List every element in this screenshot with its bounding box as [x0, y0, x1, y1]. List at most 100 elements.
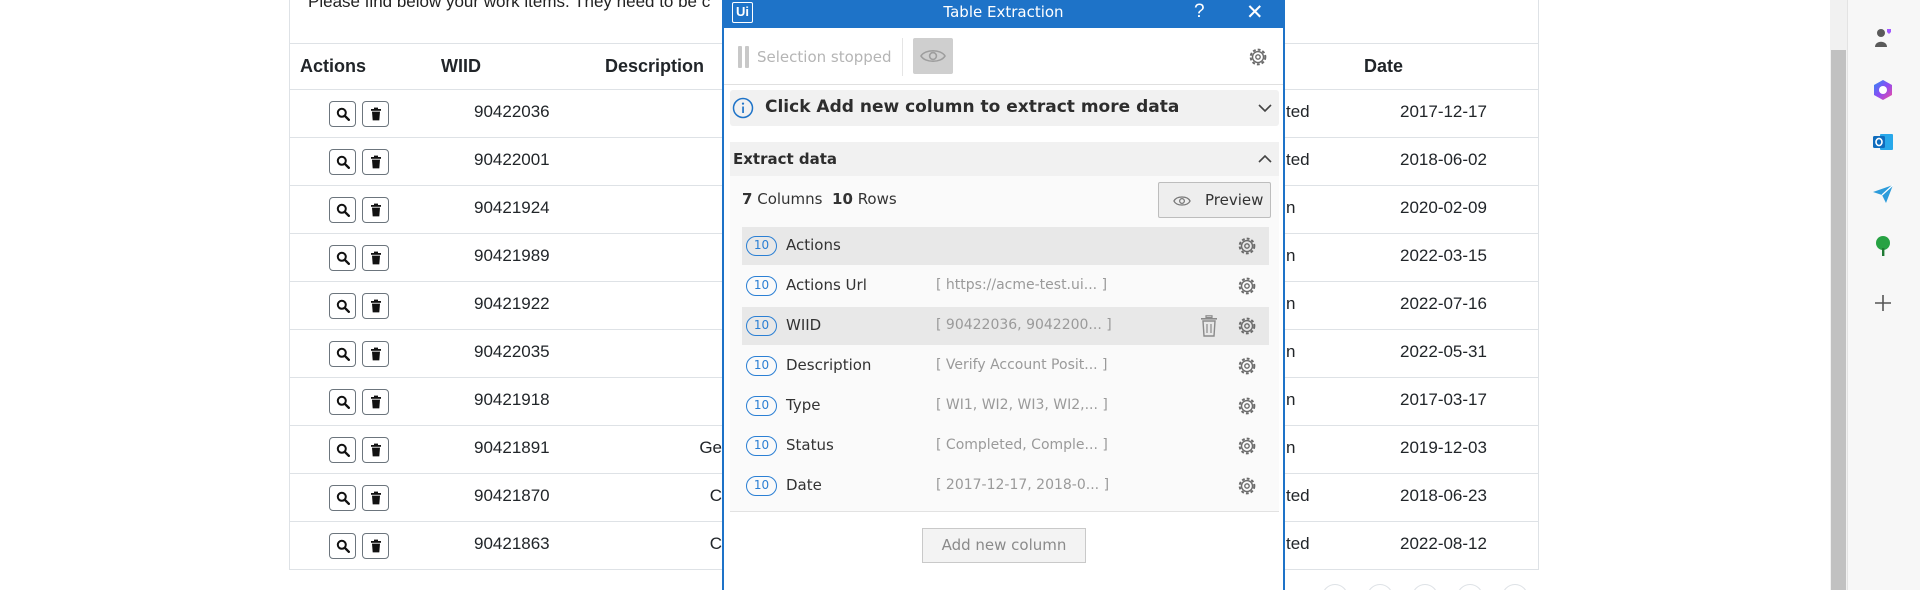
column-sample-values: [ https://acme-test.ui... ] [936, 277, 1108, 293]
column-row[interactable]: 10 Actions Url [ https://acme-test.ui... ] [742, 267, 1269, 305]
column-row[interactable]: 10 WIID [ 90422036, 9042200... ] [742, 307, 1269, 345]
eye-icon [920, 49, 946, 63]
trash-icon[interactable] [362, 533, 389, 559]
pagination-button[interactable] [1457, 584, 1483, 590]
cell-status: n [1286, 198, 1296, 217]
column-settings-gear-icon[interactable] [1236, 475, 1258, 497]
delete-column-trash-icon[interactable] [1199, 315, 1219, 337]
send-icon[interactable] [1870, 181, 1896, 207]
pagination-button[interactable] [1322, 584, 1348, 590]
cell-wiid: 90421863 [474, 534, 550, 553]
add-new-column-button[interactable]: Add new column [922, 528, 1086, 563]
column-sample-values: [ 90422036, 9042200... ] [936, 317, 1112, 333]
cell-date: 2022-03-15 [1400, 246, 1487, 265]
settings-gear-icon[interactable] [1247, 46, 1269, 68]
column-name: Actions [786, 236, 841, 254]
cell-status: n [1286, 390, 1296, 409]
preview-label: Preview [1205, 191, 1264, 209]
search-icon[interactable] [329, 389, 356, 415]
column-name: Description [786, 356, 872, 374]
cell-wiid: 90421922 [474, 294, 550, 313]
column-name: Date [786, 476, 822, 494]
cell-wiid: 90422035 [474, 342, 550, 361]
column-settings-gear-icon[interactable] [1236, 235, 1258, 257]
trash-icon[interactable] [362, 341, 389, 367]
chevron-up-icon[interactable] [1257, 151, 1273, 167]
info-icon [732, 97, 754, 119]
cell-wiid: 90421891 [474, 438, 550, 457]
trash-icon[interactable] [362, 485, 389, 511]
info-banner-text: Click Add new column to extract more dat… [765, 97, 1180, 117]
search-icon[interactable] [329, 437, 356, 463]
header-description: Description [605, 56, 705, 76]
tree-icon[interactable] [1870, 233, 1896, 259]
search-icon[interactable] [329, 293, 356, 319]
rows-count: 10 [832, 190, 853, 208]
trash-icon[interactable] [362, 293, 389, 319]
pagination-button[interactable] [1412, 584, 1438, 590]
trash-icon[interactable] [362, 149, 389, 175]
cell-date: 2019-12-03 [1400, 438, 1487, 457]
pagination-button[interactable] [1367, 584, 1393, 590]
trash-icon[interactable] [362, 389, 389, 415]
search-icon[interactable] [329, 149, 356, 175]
column-count-badge: 10 [746, 316, 777, 336]
pause-icon[interactable] [738, 46, 750, 68]
column-row[interactable]: 10 Actions [742, 227, 1269, 265]
columns-count: 7 [742, 190, 753, 208]
cell-status: n [1286, 294, 1296, 313]
cell-date: 2018-06-02 [1400, 150, 1487, 169]
trash-icon[interactable] [362, 101, 389, 127]
column-count-badge: 10 [746, 396, 777, 416]
search-icon[interactable] [329, 197, 356, 223]
column-count-badge: 10 [746, 476, 777, 496]
column-settings-gear-icon[interactable] [1236, 395, 1258, 417]
cell-date: 2022-05-31 [1400, 342, 1487, 361]
screen: { "page": { "intro_text": "Please find b… [0, 0, 1920, 590]
trash-icon[interactable] [362, 197, 389, 223]
cell-wiid: 90422036 [474, 102, 550, 121]
column-settings-gear-icon[interactable] [1236, 315, 1258, 337]
trash-icon[interactable] [362, 245, 389, 271]
outlook-icon[interactable] [1870, 129, 1896, 155]
extract-data-label: Extract data [733, 150, 838, 168]
columns-rows-summary: 7 Columns 10 Rows [742, 190, 897, 208]
cell-status: ted [1286, 150, 1310, 169]
search-icon[interactable] [329, 245, 356, 271]
close-button[interactable]: ✕ [1246, 0, 1264, 25]
trash-icon[interactable] [362, 437, 389, 463]
cell-date: 2020-02-09 [1400, 198, 1487, 217]
cell-date: 2017-12-17 [1400, 102, 1487, 121]
cell-date: 2022-08-12 [1400, 534, 1487, 553]
chess-icon[interactable] [1870, 25, 1896, 51]
cell-date: 2022-07-16 [1400, 294, 1487, 313]
column-row[interactable]: 10 Type [ WI1, WI2, WI3, WI2,... ] [742, 387, 1269, 425]
column-row[interactable]: 10 Description [ Verify Account Posit... ] [742, 347, 1269, 385]
column-row[interactable]: 10 Status [ Completed, Comple... ] [742, 427, 1269, 465]
column-sample-values: [ WI1, WI2, WI3, WI2,... ] [936, 397, 1108, 413]
search-icon[interactable] [329, 341, 356, 367]
cell-status: ted [1286, 102, 1310, 121]
cell-description: C [709, 534, 722, 553]
page-scrollbar-thumb[interactable] [1831, 50, 1846, 590]
column-settings-gear-icon[interactable] [1236, 275, 1258, 297]
plus-icon[interactable] [1870, 290, 1896, 316]
copilot-icon[interactable] [1870, 77, 1896, 103]
search-icon[interactable] [329, 533, 356, 559]
column-settings-gear-icon[interactable] [1236, 435, 1258, 457]
chevron-down-icon[interactable] [1257, 100, 1273, 116]
column-row[interactable]: 10 Date [ 2017-12-17, 2018-0... ] [742, 467, 1269, 505]
preview-button[interactable]: Preview [1158, 182, 1271, 218]
search-icon[interactable] [329, 485, 356, 511]
columns-label: Columns [757, 190, 823, 208]
cell-description: C [709, 486, 722, 505]
column-settings-gear-icon[interactable] [1236, 355, 1258, 377]
help-button[interactable]: ? [1194, 1, 1205, 23]
search-icon[interactable] [329, 101, 356, 127]
highlight-toggle-button[interactable] [913, 38, 953, 74]
cell-description: Ge [699, 438, 722, 457]
selection-status: Selection stopped [757, 48, 892, 66]
pagination-button[interactable] [1502, 584, 1528, 590]
column-count-badge: 10 [746, 236, 777, 256]
header-wiid: WIID [441, 56, 481, 76]
